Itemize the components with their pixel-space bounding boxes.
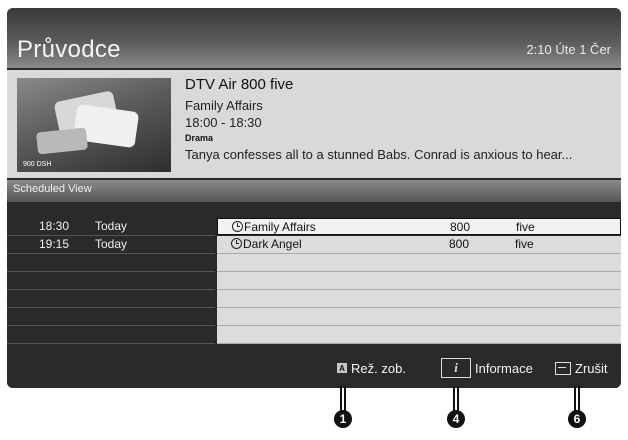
callout-line — [340, 386, 342, 412]
info-icon: i — [441, 358, 471, 378]
schedule-channel-number: 800 — [449, 237, 470, 251]
clock-display: 2:10 Úte 1 Čer — [526, 42, 611, 57]
schedule-empty-row — [217, 326, 621, 344]
schedule-empty-row — [217, 254, 621, 272]
program-synopsis: Tanya confesses all to a stunned Babs. C… — [185, 147, 573, 162]
info-label: Informace — [475, 360, 533, 376]
callout-line — [578, 386, 580, 412]
schedule-row-time[interactable]: 19:15 Today — [7, 236, 215, 254]
schedule-empty-row — [217, 290, 621, 308]
schedule-row[interactable]: Family Affairs 800 five — [217, 218, 621, 235]
callout-marker: 1 — [334, 410, 352, 428]
schedule-empty-row — [217, 308, 621, 326]
header-bar: Průvodce 2:10 Úte 1 Čer — [7, 8, 621, 68]
callout-marker: 4 — [447, 410, 465, 428]
schedule-empty-row — [7, 326, 215, 344]
callout-marker: 6 — [568, 410, 586, 428]
schedule-program: Dark Angel — [231, 236, 302, 253]
program-channel: DTV Air 800 five — [185, 76, 294, 93]
cancel-button[interactable]: Zrušit — [555, 358, 608, 378]
page-title: Průvodce — [17, 36, 121, 63]
schedule-day: Today — [95, 237, 128, 251]
schedule-list: 18:30 Today Family Affairs 800 five 19:1… — [7, 218, 621, 344]
program-time: 18:00 - 18:30 — [185, 115, 262, 130]
cancel-label: Zrušit — [575, 360, 608, 376]
schedule-channel-number: 800 — [450, 220, 471, 234]
clock-icon — [232, 221, 243, 232]
button-bar: A Rež. zob. i Informace Zrušit — [7, 346, 621, 388]
schedule-channel-name: five — [515, 237, 534, 251]
schedule-time: 19:15 — [39, 237, 70, 251]
callout-line — [453, 386, 455, 412]
schedule-row-time[interactable]: 18:30 Today — [7, 218, 215, 236]
info-button[interactable]: i Informace — [441, 358, 533, 378]
thumbnail-watermark: 900 DSH — [23, 161, 52, 168]
section-title: Scheduled View — [13, 183, 92, 195]
schedule-empty-row — [217, 272, 621, 290]
schedule-empty-row — [7, 290, 215, 308]
tv-screen: Průvodce 2:10 Úte 1 Čer 900 DSH DTV Air … — [7, 8, 621, 388]
schedule-day: Today — [95, 219, 128, 233]
section-header: Scheduled View — [7, 180, 621, 202]
schedule-program-name: Family Affairs — [244, 220, 316, 234]
clock-icon — [231, 238, 242, 249]
callout-line — [574, 386, 576, 412]
schedule-empty-row — [7, 308, 215, 326]
program-title: Family Affairs — [185, 98, 263, 113]
a-key-icon: A — [337, 363, 347, 373]
callout-line — [344, 386, 346, 412]
schedule-channel-name: five — [516, 220, 535, 234]
view-mode-label: Rež. zob. — [351, 360, 406, 376]
program-thumbnail: 900 DSH — [17, 78, 171, 172]
schedule-time: 18:30 — [39, 219, 70, 233]
schedule-program-name: Dark Angel — [243, 237, 302, 251]
schedule-program: Family Affairs — [232, 219, 316, 236]
program-genre: Drama — [185, 133, 214, 143]
program-info-panel: 900 DSH DTV Air 800 five Family Affairs … — [7, 70, 621, 178]
view-mode-button[interactable]: A Rež. zob. — [337, 358, 406, 378]
schedule-row[interactable]: Dark Angel 800 five — [217, 236, 621, 254]
return-icon — [555, 361, 571, 375]
schedule-empty-row — [7, 272, 215, 290]
callout-line — [457, 386, 459, 412]
schedule-empty-row — [7, 254, 215, 272]
